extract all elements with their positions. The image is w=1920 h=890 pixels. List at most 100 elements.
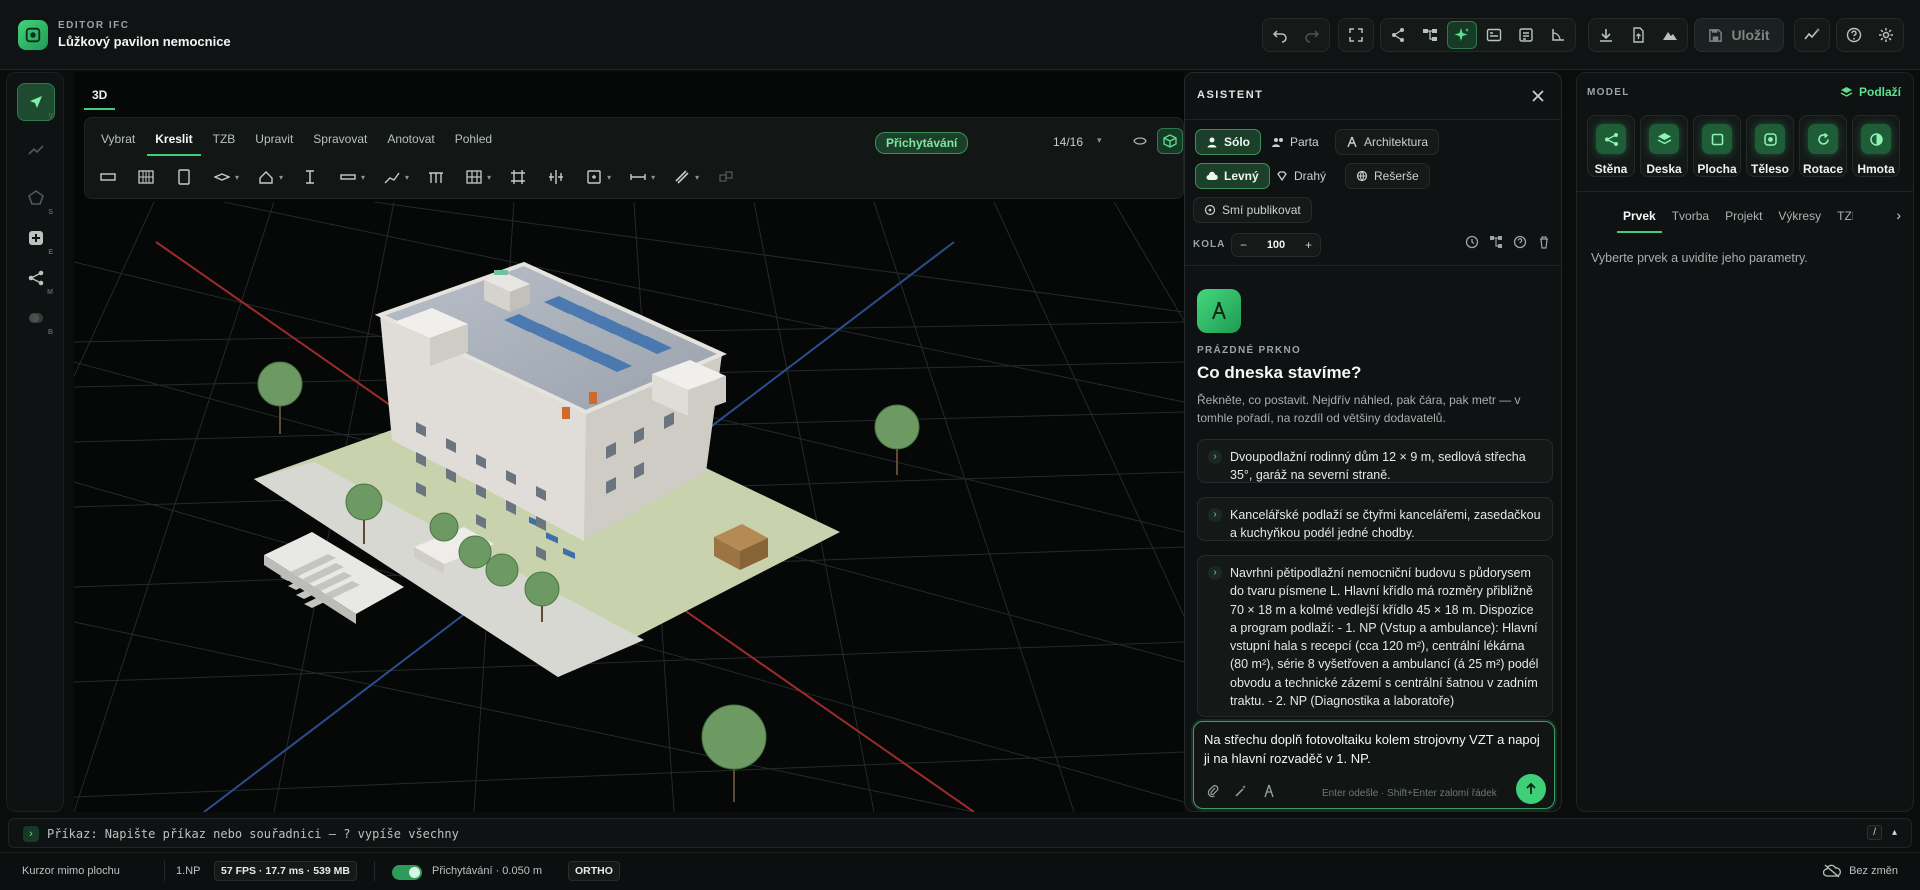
tab-tzb[interactable]: TZB <box>1831 203 1853 233</box>
clear-chat-icon[interactable] <box>1537 235 1551 249</box>
props-tabs: Prvek Tvorba Projekt Výkresy TZB <box>1617 203 1853 233</box>
wall-tool-icon[interactable] <box>97 166 119 188</box>
command-input[interactable]: Příkaz: Napište příkaz nebo souřadnici —… <box>47 827 459 841</box>
tab-anotovat[interactable]: Anotovat <box>379 124 442 156</box>
snap-count[interactable]: 14/16 <box>1053 135 1083 149</box>
level-status[interactable]: 1.NP <box>176 865 200 877</box>
tile-mass[interactable]: Hmota <box>1852 115 1900 177</box>
chevron-up-icon[interactable]: ▴ <box>1892 827 1897 838</box>
tab-3d[interactable]: 3D <box>84 80 116 110</box>
model-research-chip[interactable]: Rešerše <box>1345 163 1430 189</box>
axis-grid-icon[interactable] <box>507 166 529 188</box>
mode-architecture-chip[interactable]: Architektura <box>1335 129 1440 155</box>
roof-tool-icon[interactable] <box>255 166 277 188</box>
tile-slab[interactable]: Deska <box>1640 115 1688 177</box>
rounds-stepper[interactable]: − 100 + <box>1231 233 1321 257</box>
add-element-icon[interactable]: E <box>17 219 55 257</box>
minus-icon[interactable]: − <box>1240 238 1247 252</box>
activity-icon[interactable] <box>1797 21 1827 49</box>
ai-sparkle-icon[interactable] <box>1447 21 1477 49</box>
suggestion-item[interactable]: › Navrhni pětipodlažní nemocniční budovu… <box>1197 555 1553 717</box>
tab-vybrat[interactable]: Vybrat <box>93 124 143 156</box>
fit-view-icon[interactable] <box>1341 21 1371 49</box>
share-icon[interactable] <box>1383 21 1413 49</box>
undo-icon[interactable] <box>1265 21 1295 49</box>
tile-wall[interactable]: Stěna <box>1587 115 1635 177</box>
ortho-badge[interactable]: ORTHO <box>568 861 620 881</box>
model-cheap-chip[interactable]: Levný <box>1195 163 1270 189</box>
mode-solo-chip[interactable]: Sólo <box>1195 129 1261 155</box>
save-label: Uložit <box>1731 27 1770 43</box>
magic-wand-icon[interactable] <box>1234 784 1248 798</box>
model-expensive-chip[interactable]: Drahý <box>1265 163 1337 189</box>
slab-tool-icon[interactable] <box>211 166 233 188</box>
network-icon[interactable]: M <box>17 259 55 297</box>
hierarchy-icon[interactable] <box>1415 21 1445 49</box>
building-scene[interactable] <box>74 202 1184 812</box>
history-icon[interactable] <box>1465 235 1479 249</box>
tab-drawings[interactable]: Výkresy <box>1772 203 1827 233</box>
tile-rotation[interactable]: Rotace <box>1799 115 1847 177</box>
snap-badge[interactable]: Přichytávání <box>875 132 969 154</box>
redo-icon[interactable] <box>1297 21 1327 49</box>
suggestion-item[interactable]: › Dvoupodlažní rodinný dům 12 × 9 m, sed… <box>1197 439 1553 483</box>
hierarchy-icon[interactable] <box>1489 235 1503 249</box>
cube-icon[interactable] <box>1157 128 1183 154</box>
chevron-right-icon[interactable]: › <box>23 826 39 842</box>
dimension-tool-icon[interactable] <box>627 166 649 188</box>
opening-tool-icon[interactable] <box>583 166 605 188</box>
tab-pohled[interactable]: Pohled <box>447 124 500 156</box>
chevron-right-icon[interactable]: › <box>1896 207 1901 223</box>
beam-tool-icon[interactable] <box>337 166 359 188</box>
rounds-value: 100 <box>1266 239 1286 251</box>
export-file-icon[interactable] <box>1623 21 1653 49</box>
tab-upravit[interactable]: Upravit <box>247 124 301 156</box>
column-tool-icon[interactable] <box>299 166 321 188</box>
measure-angle-icon[interactable] <box>1543 21 1573 49</box>
download-icon[interactable] <box>1591 21 1621 49</box>
stair-tool-icon[interactable] <box>381 166 403 188</box>
app-kicker: EDITOR IFC <box>58 20 130 31</box>
chat-input[interactable]: Na střechu doplň fotovoltaiku kolem stro… <box>1204 730 1544 768</box>
split-tool-icon[interactable] <box>545 166 567 188</box>
sheet-icon[interactable] <box>1511 21 1541 49</box>
eye-icon[interactable] <box>1127 128 1153 154</box>
terrain-icon[interactable] <box>1655 21 1685 49</box>
compass-icon[interactable] <box>1262 784 1276 798</box>
railing-tool-icon[interactable] <box>425 166 447 188</box>
tile-surface[interactable]: Plocha <box>1693 115 1741 177</box>
grid-tool-icon[interactable] <box>463 166 485 188</box>
door-tool-icon[interactable] <box>173 166 195 188</box>
tab-kreslit[interactable]: Kreslit <box>147 124 201 156</box>
publish-chip[interactable]: Smí publikovat <box>1193 197 1312 223</box>
attach-icon[interactable] <box>1206 784 1220 798</box>
polygon-icon[interactable]: S <box>17 179 55 217</box>
tab-spravovat[interactable]: Spravovat <box>305 124 375 156</box>
tab-creation[interactable]: Tvorba <box>1666 203 1715 233</box>
settings-gear-icon[interactable] <box>1871 21 1901 49</box>
help-icon[interactable] <box>1513 235 1527 249</box>
link-tool-icon[interactable] <box>715 166 737 188</box>
tile-solid[interactable]: Těleso <box>1746 115 1794 177</box>
viewport-3d[interactable]: 3D Vybrat Kreslit TZB Upravit Spravovat … <box>74 72 1184 812</box>
tab-element[interactable]: Prvek <box>1617 203 1662 233</box>
layers-blob-icon[interactable]: B <box>17 299 55 337</box>
select-cursor-icon[interactable]: V <box>17 83 55 121</box>
save-button[interactable]: Uložit <box>1694 18 1784 52</box>
chevron-down-icon[interactable]: ▾ <box>1097 135 1102 146</box>
send-button[interactable] <box>1516 774 1546 804</box>
plus-icon[interactable]: + <box>1305 238 1312 252</box>
pipe-tool-icon[interactable] <box>671 166 693 188</box>
help-icon[interactable] <box>1839 21 1869 49</box>
tab-tzb[interactable]: TZB <box>205 124 244 156</box>
snap-toggle[interactable] <box>392 865 422 880</box>
suggestion-item[interactable]: › Kancelářské podlaží se čtyřmi kancelář… <box>1197 497 1553 541</box>
mode-party-chip[interactable]: Parta <box>1261 129 1330 155</box>
tab-project[interactable]: Projekt <box>1719 203 1768 233</box>
level-selector[interactable]: Podlaží <box>1840 85 1901 99</box>
trend-line-icon[interactable] <box>17 131 55 169</box>
chat-composer[interactable]: Na střechu doplň fotovoltaiku kolem stro… <box>1193 721 1555 809</box>
form-icon[interactable] <box>1479 21 1509 49</box>
curtain-wall-icon[interactable] <box>135 166 157 188</box>
close-icon[interactable] <box>1529 87 1547 105</box>
